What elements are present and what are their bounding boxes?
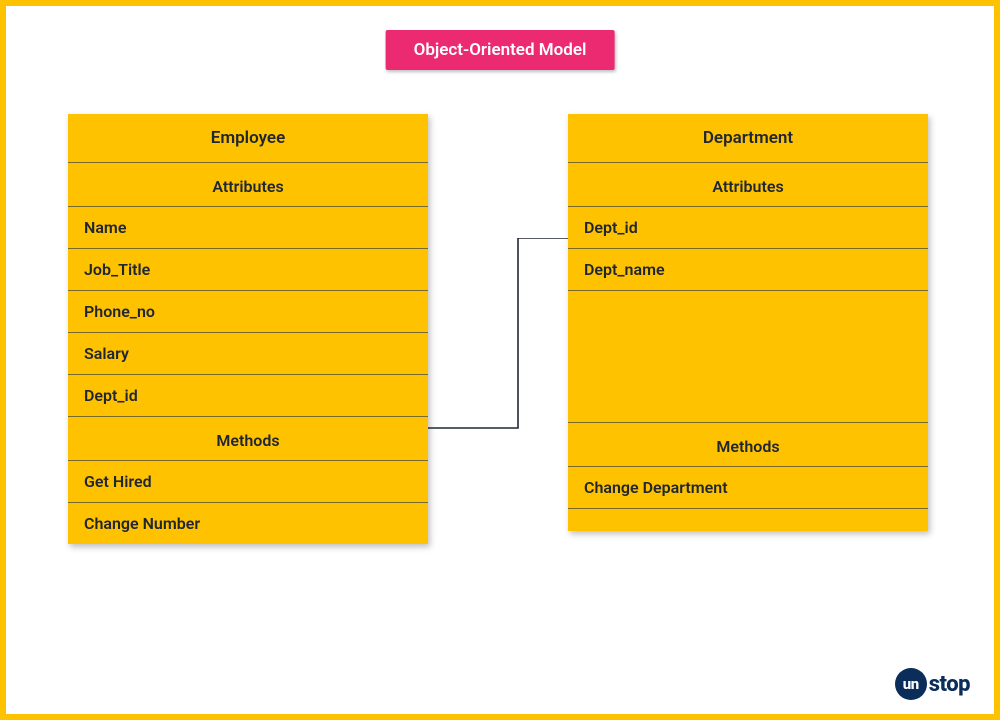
logo-badge: un [895, 668, 927, 700]
relationship-connector [428, 238, 568, 438]
unstop-logo: unstop [895, 668, 970, 700]
class-box-employee: Employee Attributes Name Job_Title Phone… [68, 114, 428, 544]
diagram-title: Object-Oriented Model [386, 30, 615, 70]
logo-text: stop [929, 672, 970, 697]
class-name: Employee [68, 114, 428, 163]
class-box-department: Department Attributes Dept_id Dept_name … [568, 114, 928, 531]
method-row: Get Hired [68, 461, 428, 503]
diagram-frame: Object-Oriented Model Employee Attribute… [0, 0, 1000, 720]
spacer [568, 509, 928, 531]
attributes-heading: Attributes [568, 163, 928, 207]
method-row: Change Number [68, 503, 428, 544]
attribute-row: Dept_id [568, 207, 928, 249]
method-row: Change Department [568, 467, 928, 509]
class-name: Department [568, 114, 928, 163]
attribute-row: Job_Title [68, 249, 428, 291]
attribute-row: Dept_id [68, 375, 428, 417]
methods-heading: Methods [68, 417, 428, 461]
attribute-row: Phone_no [68, 291, 428, 333]
attribute-row: Salary [68, 333, 428, 375]
attributes-heading: Attributes [68, 163, 428, 207]
methods-heading: Methods [568, 423, 928, 467]
attribute-row: Dept_name [568, 249, 928, 291]
spacer [568, 291, 928, 423]
attribute-row: Name [68, 207, 428, 249]
